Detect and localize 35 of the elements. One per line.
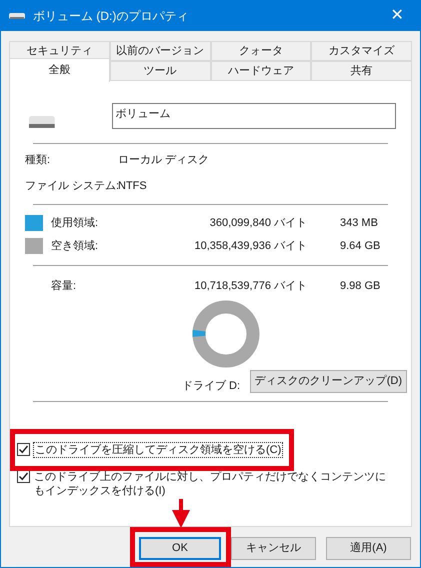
capacity-label: 容量: — [51, 278, 78, 294]
tab[interactable]: ツール — [110, 61, 210, 81]
drive-label: ドライブ D: — [182, 378, 240, 394]
dialog-button[interactable]: キャンセル — [231, 537, 316, 560]
drive-icon — [27, 115, 57, 129]
cleanup-button[interactable]: ディスクのクリーンアップ(D) — [250, 370, 407, 393]
tab[interactable]: カスタマイズ — [311, 41, 412, 61]
window-title: ボリューム (D:)のプロパティ — [33, 8, 188, 25]
size-value: 343 MB — [340, 216, 378, 231]
byte-count: 10,358,439,936 バイト — [193, 238, 307, 254]
dialog-button[interactable]: OK — [139, 537, 221, 560]
space-label: 使用領域: — [51, 216, 100, 231]
byte-count: 360,099,840 バイト — [208, 216, 307, 231]
byte-count: 10,718,539,776 バイト — [193, 278, 307, 294]
tab[interactable]: 以前のバージョン — [110, 41, 210, 61]
arrow-icon — [172, 499, 190, 528]
size-value: 9.64 GB — [340, 238, 380, 254]
info-label: ファイル システム: — [25, 178, 118, 194]
tab[interactable]: 共有 — [311, 61, 412, 81]
close-button[interactable]: ✕ — [382, 4, 412, 28]
tab[interactable]: クォータ — [210, 41, 312, 61]
dialog-button[interactable]: 適用(A) — [326, 537, 411, 560]
tab[interactable]: 全般 — [9, 58, 110, 82]
checkbox-label[interactable]: このドライブを圧縮してディスク領域を空ける(C) — [33, 442, 284, 458]
checkbox[interactable] — [17, 442, 30, 456]
info-label: 種類: — [25, 153, 52, 168]
drive-icon — [9, 12, 25, 20]
size-value: 9.98 GB — [340, 278, 380, 294]
space-label: 空き領域: — [51, 238, 100, 254]
usage-donut-chart — [192, 300, 260, 368]
info-value: NTFS — [118, 178, 147, 194]
tab[interactable]: ハードウェア — [210, 61, 312, 81]
info-value: ローカル ディスク — [118, 153, 210, 168]
checkbox-label[interactable]: このドライブ上のファイルに対し、プロパティだけでなくコンテンツにもインデックスを付ける(I) — [33, 468, 393, 498]
name-field[interactable]: ボリューム — [112, 103, 396, 129]
